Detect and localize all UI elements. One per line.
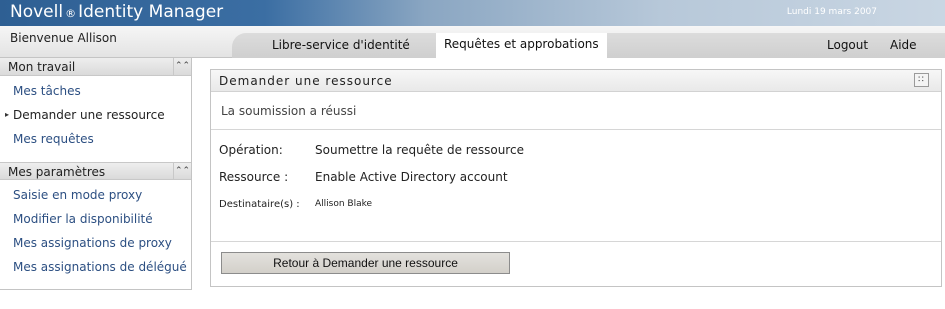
- section-header-mon-travail: Mon travail ⌃⌃: [0, 58, 191, 76]
- help-link[interactable]: Aide: [890, 37, 917, 58]
- divider: [211, 241, 941, 242]
- active-bullet-icon: ▸: [5, 110, 10, 119]
- sidebar-item-mes-taches[interactable]: Mes tâches: [0, 82, 191, 106]
- sidebar-item-assignations-delegue[interactable]: Mes assignations de délégué: [0, 258, 191, 282]
- section-title: Mon travail: [8, 60, 76, 74]
- detail-row-operation: Opération: Soumettre la requête de resso…: [219, 143, 941, 170]
- sidebar-item-demander-ressource[interactable]: ▸ Demander une ressource: [0, 106, 191, 130]
- detail-row-destinataires: Destinataire(s) : Allison Blake: [219, 197, 941, 224]
- product-name: Identity Manager: [78, 2, 224, 22]
- sidebar-item-mes-requetes[interactable]: Mes requêtes: [0, 130, 191, 154]
- brand-registered-mark: ®: [65, 7, 77, 20]
- app-header: Novell ® Identity Manager Lundi 19 mars 20…: [0, 0, 945, 26]
- detail-value: Allison Blake: [315, 199, 373, 209]
- current-date: Lundi 19 mars 2007: [786, 7, 877, 17]
- detail-label: Ressource :: [219, 170, 289, 184]
- nav-list-mon-travail: Mes tâches ▸ Demander une ressource Mes …: [0, 76, 191, 162]
- nav-list-mes-parametres: Saisie en mode proxy Modifier la disponi…: [0, 180, 191, 290]
- detail-value: Enable Active Directory account: [315, 170, 508, 184]
- brand-name: Novell: [10, 2, 64, 22]
- double-chevron-up-icon[interactable]: ⌃⌃: [173, 163, 191, 180]
- sidebar-item-label: Demander une ressource: [13, 108, 165, 122]
- result-details: Opération: Soumettre la requête de resso…: [211, 130, 941, 224]
- section-header-mes-parametres: Mes paramètres ⌃⌃: [0, 162, 191, 180]
- detail-row-ressource: Ressource : Enable Active Directory acco…: [219, 170, 941, 197]
- panel-header: Demander une ressource ∷: [211, 70, 941, 92]
- success-message: La soumission a réussi: [211, 92, 941, 130]
- sidebar-item-saisie-proxy[interactable]: Saisie en mode proxy: [0, 186, 191, 210]
- tab-libre-service[interactable]: Libre-service d'identité: [272, 37, 410, 58]
- panel-menu-icon[interactable]: ∷: [914, 73, 929, 87]
- detail-label: Opération:: [219, 143, 283, 157]
- back-to-request-button[interactable]: Retour à Demander une ressource: [221, 252, 510, 274]
- double-chevron-up-icon[interactable]: ⌃⌃: [173, 58, 191, 75]
- sidebar-item-modifier-disponibilite[interactable]: Modifier la disponibilité: [0, 210, 191, 234]
- section-title: Mes paramètres: [8, 165, 106, 179]
- detail-value: Soumettre la requête de ressource: [315, 143, 524, 157]
- nav-bar: Bienvenue Allison Libre-service d'identi…: [0, 26, 945, 58]
- app-logo: Novell ® Identity Manager: [10, 2, 223, 22]
- sidebar-item-assignations-proxy[interactable]: Mes assignations de proxy: [0, 234, 191, 258]
- detail-label: Destinataire(s) :: [219, 199, 300, 210]
- logout-link[interactable]: Logout: [827, 37, 868, 58]
- tab-requetes-approbations[interactable]: Requêtes et approbations: [436, 33, 607, 58]
- welcome-message: Bienvenue Allison: [10, 31, 117, 45]
- request-result-panel: Demander une ressource ∷ La soumission a…: [210, 69, 942, 287]
- panel-title: Demander une ressource: [219, 74, 393, 88]
- sidebar: Mon travail ⌃⌃ Mes tâches ▸ Demander une…: [0, 57, 192, 290]
- tab-strip: Libre-service d'identité Requêtes et app…: [232, 33, 945, 58]
